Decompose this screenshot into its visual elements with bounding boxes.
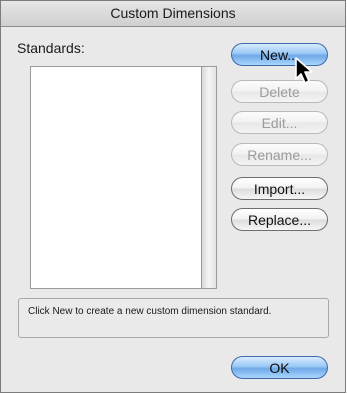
standards-label: Standards: [17,40,85,56]
mouse-pointer-icon [295,57,313,84]
ok-button[interactable]: OK [231,356,328,379]
status-message: Click New to create a new custom dimensi… [18,298,329,338]
window-title: Custom Dimensions [1,1,345,27]
import-button[interactable]: Import... [231,177,328,200]
rename-button[interactable]: Rename... [231,143,328,166]
edit-button[interactable]: Edit... [231,111,328,134]
replace-button[interactable]: Replace... [231,208,328,231]
custom-dimensions-dialog: Custom Dimensions Standards: New... Dele… [0,0,346,393]
standards-list[interactable] [30,66,202,289]
standards-list-scrollbar[interactable] [202,66,217,289]
